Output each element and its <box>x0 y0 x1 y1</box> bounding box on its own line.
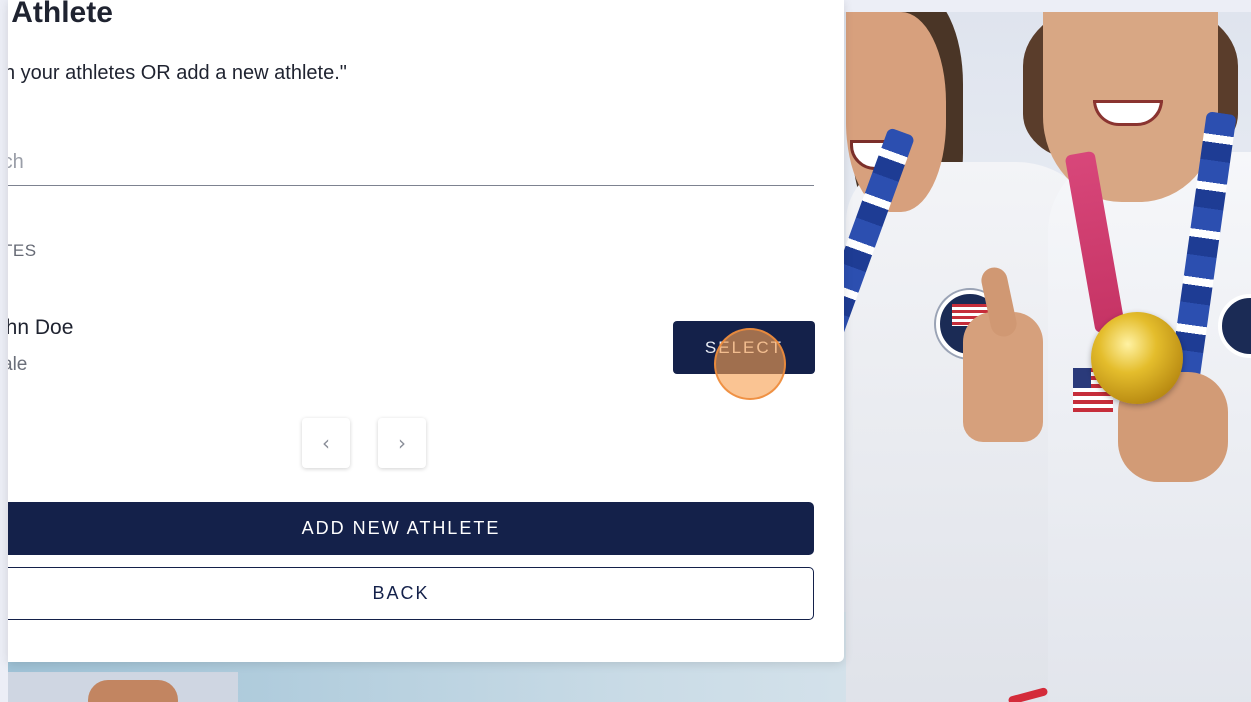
dialog-subtitle: n your athletes OR add a new athlete." <box>8 62 347 84</box>
search-input[interactable] <box>8 144 796 180</box>
search-field <box>8 140 814 186</box>
next-page-button[interactable]: › <box>378 418 426 468</box>
background-arm <box>88 680 178 702</box>
background-bottom-left <box>8 672 238 702</box>
chevron-right-icon: › <box>398 431 406 455</box>
back-button[interactable]: BACK <box>8 567 814 620</box>
chevron-left-icon: ‹ <box>322 431 330 455</box>
athlete-gender: ale <box>8 354 28 375</box>
athletes-section-label: TES <box>8 241 37 260</box>
athlete-name: ohn Doe <box>8 316 74 339</box>
dialog-title: t Athlete <box>8 0 113 29</box>
select-athlete-dialog: t Athlete n your athletes OR add a new a… <box>8 0 844 662</box>
add-new-athlete-button[interactable]: ADD NEW ATHLETE <box>8 502 814 555</box>
select-athlete-button[interactable]: SELECT <box>673 321 815 374</box>
previous-page-button[interactable]: ‹ <box>302 418 350 468</box>
gold-medal <box>1091 312 1183 404</box>
